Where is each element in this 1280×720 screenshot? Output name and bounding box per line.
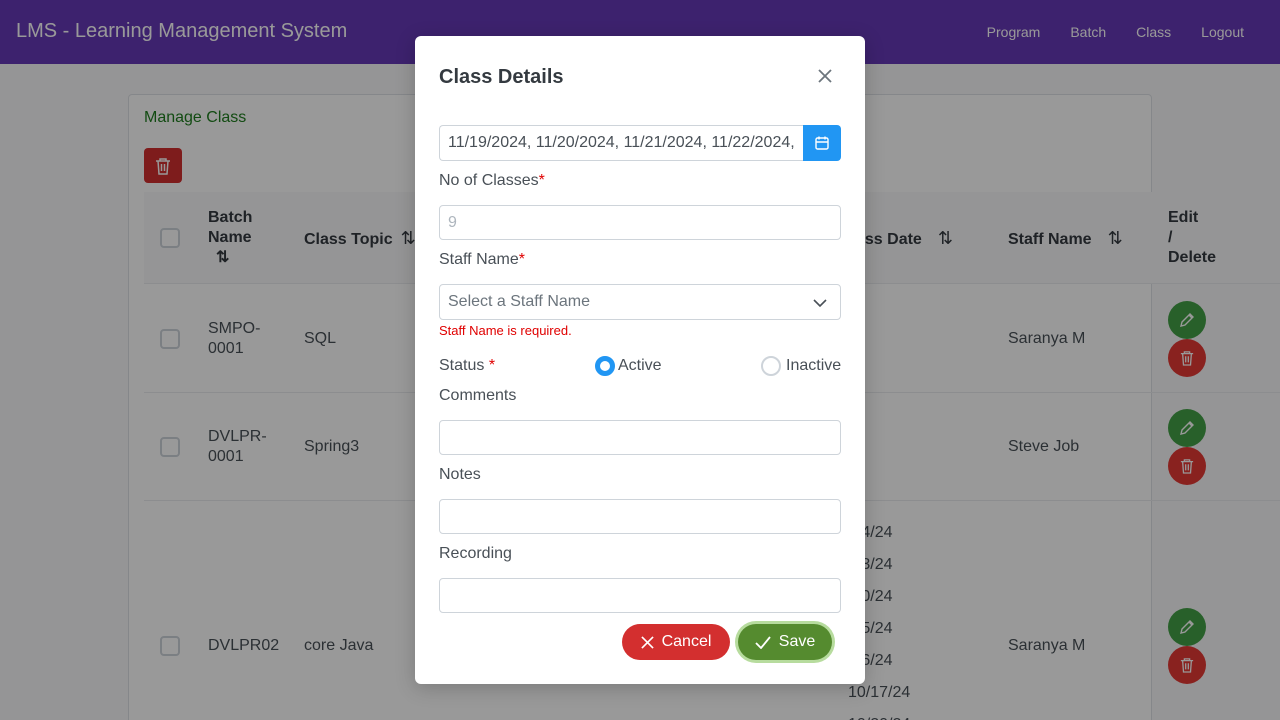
staff-name-label-text: Staff Name <box>439 251 519 268</box>
class-details-dialog: Class Details 11/19/2024, 11/20/2024, 11… <box>415 36 865 684</box>
status-inactive-radio[interactable] <box>761 356 781 376</box>
cancel-button[interactable]: Cancel <box>622 624 730 660</box>
status-active-label[interactable]: Active <box>618 357 662 375</box>
save-label: Save <box>778 633 816 650</box>
comments-field[interactable] <box>439 420 841 455</box>
calendar-button[interactable] <box>803 125 841 161</box>
status-active-radio[interactable] <box>595 356 615 376</box>
no-of-classes-field: 9 <box>439 205 841 240</box>
notes-field[interactable] <box>439 499 841 534</box>
close-icon <box>640 635 654 649</box>
notes-label: Notes <box>439 466 481 483</box>
recording-field[interactable] <box>439 578 841 613</box>
no-of-classes-label: No of Classes* <box>439 172 545 190</box>
cancel-label: Cancel <box>661 633 712 650</box>
chevron-down-icon <box>813 299 827 308</box>
close-button[interactable] <box>813 64 837 88</box>
required-mark: * <box>538 172 545 189</box>
staff-name-label: Staff Name* <box>439 251 525 269</box>
status-label: Status * <box>439 357 495 375</box>
staff-name-select[interactable]: Select a Staff Name <box>439 284 841 320</box>
comments-label: Comments <box>439 387 517 404</box>
save-button[interactable]: Save <box>738 624 832 660</box>
dialog-title: Class Details <box>439 66 564 88</box>
required-mark: * <box>488 357 496 374</box>
staff-name-placeholder: Select a Staff Name <box>448 293 590 310</box>
status-label-text: Status <box>439 357 485 374</box>
no-of-classes-label-text: No of Classes <box>439 172 539 189</box>
close-icon <box>818 69 832 83</box>
calendar-icon <box>815 136 829 150</box>
check-icon <box>755 635 771 649</box>
class-dates-input[interactable]: 11/19/2024, 11/20/2024, 11/21/2024, 11/2… <box>439 125 803 161</box>
recording-label: Recording <box>439 545 512 562</box>
staff-name-error: Staff Name is required. <box>439 323 572 338</box>
status-inactive-label[interactable]: Inactive <box>786 357 841 375</box>
required-mark: * <box>518 251 525 268</box>
